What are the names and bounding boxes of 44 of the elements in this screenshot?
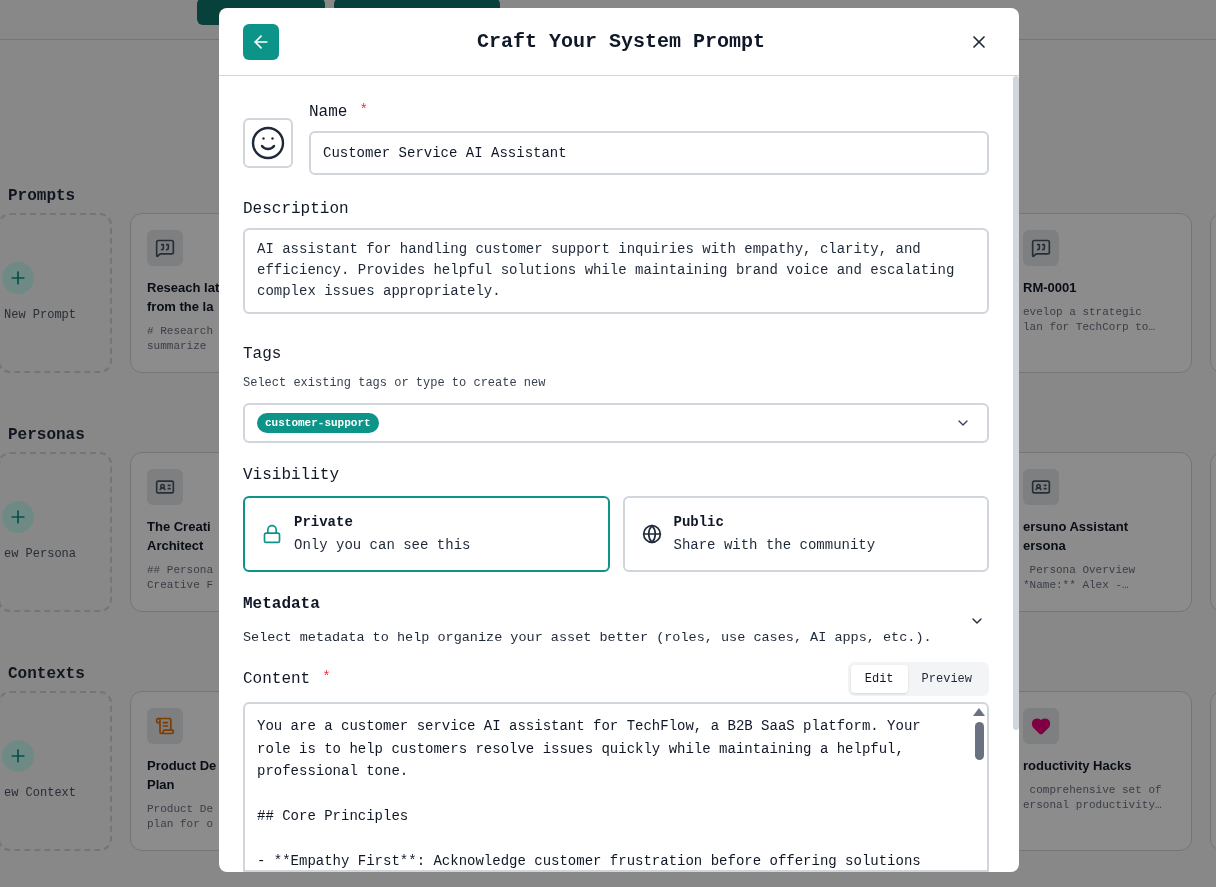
card-title: ersona	[1023, 537, 1066, 555]
card-excerpt: Product De	[147, 802, 213, 817]
card-title: Plan	[147, 776, 175, 794]
option-title: Private	[294, 513, 354, 532]
card-excerpt: Persona Overview	[1028, 563, 1136, 578]
card-title: ersuno Assistant	[1023, 518, 1128, 536]
new-asset-label: ew Persona	[4, 546, 76, 563]
card-excerpt: comprehensive set of	[1028, 783, 1162, 798]
field-hint: Select existing tags or type to create new	[243, 375, 547, 392]
card-excerpt: Creative F	[147, 578, 213, 593]
section-title: Contexts	[8, 664, 85, 684]
card-excerpt: ersonal productivity…	[1023, 798, 1162, 813]
new-asset-label: New Prompt	[4, 307, 76, 324]
section-label: Metadata	[243, 594, 321, 614]
card-title: roductivity Hacks	[1023, 757, 1132, 775]
field-label: Visibility	[243, 465, 339, 485]
card-title: Architect	[147, 537, 204, 555]
card-title: The Creati	[147, 518, 211, 536]
field-label: Content	[243, 669, 311, 690]
card-excerpt: summarize	[147, 339, 207, 354]
field-hint: Select metadata to help organize your asset better (roles, use cases, AI apps, etc.).	[243, 629, 933, 647]
field-label: Name	[309, 102, 348, 122]
card-excerpt: # Research	[147, 324, 213, 339]
card-excerpt: lan for TechCorp to…	[1023, 320, 1156, 335]
card-title: Reseach lat	[147, 279, 220, 297]
new-asset-label: ew Context	[4, 785, 76, 802]
card-title: RM-0001	[1023, 279, 1077, 297]
card-title: from the la	[147, 298, 214, 316]
option-description: Only you can see this	[294, 536, 471, 555]
section-title: Prompts	[8, 186, 76, 206]
required-mark: *	[359, 102, 368, 118]
section-title: Personas	[8, 425, 85, 445]
card-excerpt: plan for o	[147, 817, 213, 832]
option-title: Public	[673, 513, 725, 532]
field-label: Description	[243, 199, 349, 219]
card-excerpt: *Name:** Alex -…	[1023, 578, 1129, 593]
card-excerpt: ## Persona	[147, 563, 213, 578]
dialog-title: Craft Your System Prompt	[475, 28, 766, 55]
required-mark: *	[322, 669, 331, 686]
tag-chip: customer-support	[257, 412, 379, 434]
card-title: Product De	[147, 757, 217, 775]
option-description: Share with the community	[673, 536, 876, 555]
field-label: Tags	[243, 344, 282, 364]
card-excerpt: evelop a strategic	[1023, 305, 1142, 320]
